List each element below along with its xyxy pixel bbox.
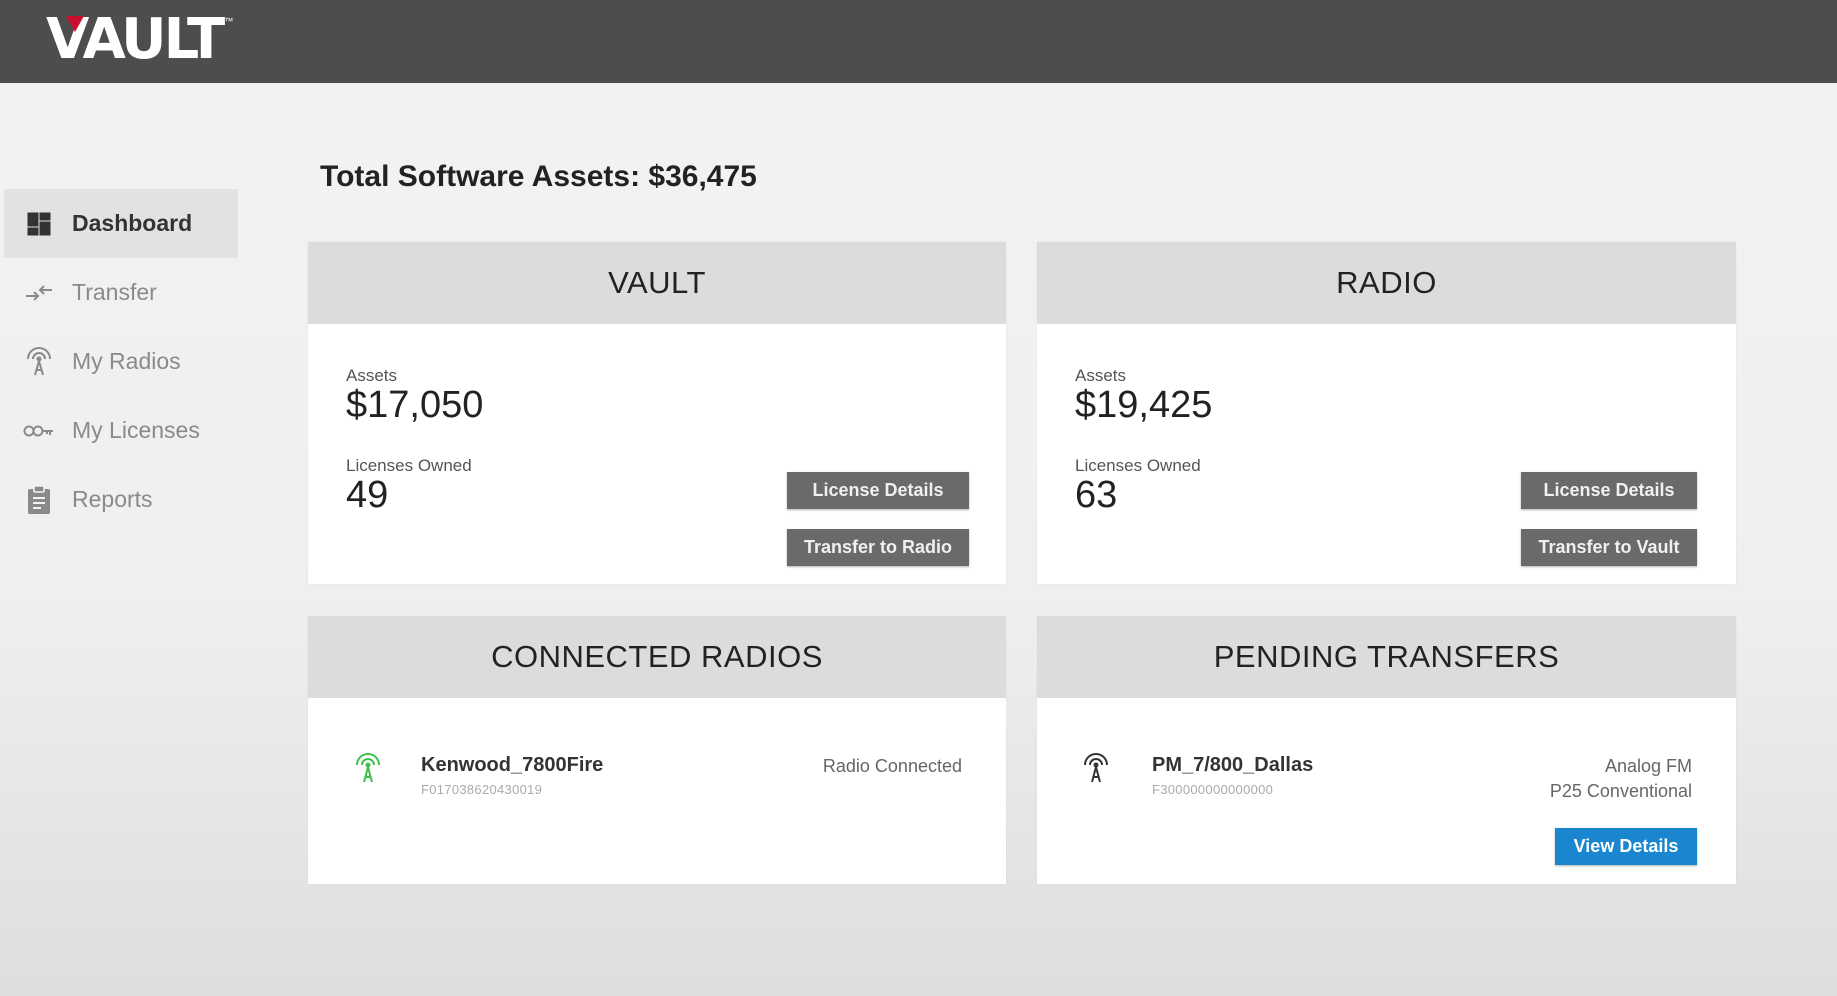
pending-status-line2: P25 Conventional [1549,781,1692,801]
sidebar-item-label: My Radios [72,348,181,374]
vault-licenses-label: Licenses Owned [346,456,472,475]
transfer-icon [22,276,56,310]
total-software-assets: Total Software Assets: $36,475 [320,160,757,193]
connected-radio-serial: F017038620430019 [421,782,543,797]
vault-licenses-value: 49 [346,474,389,516]
sidebar-item-label: Reports [72,486,153,512]
logo-trademark: ™ [224,16,234,26]
radio-icon [22,345,56,379]
vault-card-title: VAULT [308,242,1006,324]
vault-assets-value: $17,050 [346,384,484,426]
transfer-to-vault-button[interactable]: Transfer to Vault [1521,529,1697,566]
pending-radio-name[interactable]: PM_7/800_Dallas [1152,754,1313,777]
radio-card-title: RADIO [1037,242,1736,324]
radio-icon [1080,752,1112,791]
pending-transfers-title: PENDING TRANSFERS [1037,616,1736,698]
radio-connected-icon [352,752,384,791]
view-details-button[interactable]: View Details [1555,828,1697,865]
top-bar: VAULT ™ [0,0,1837,83]
sidebar-item-my-radios[interactable]: My Radios [4,327,238,396]
transfer-to-radio-button[interactable]: Transfer to Radio [787,529,969,566]
connected-radio-name[interactable]: Kenwood_7800Fire [421,754,603,777]
pending-radio-serial: F300000000000000 [1152,782,1274,797]
connected-radios-title: CONNECTED RADIOS [308,616,1006,698]
radio-card: RADIO Assets $19,425 Licenses Owned 63 L… [1037,242,1736,584]
radio-assets-value: $19,425 [1075,384,1213,426]
logo-red-mark [66,16,84,32]
connected-radio-status: Radio Connected [822,756,962,776]
vault-assets-label: Assets [346,366,398,385]
pending-transfers-card: PENDING TRANSFERS PM_7/800_Dallas F30000… [1037,616,1736,884]
pending-status-line1: Analog FM [1604,756,1692,776]
radio-assets-label: Assets [1075,366,1127,385]
sidebar-item-label: Transfer [72,279,157,305]
radio-licenses-value: 63 [1075,474,1118,516]
vault-card: VAULT Assets $17,050 Licenses Owned 49 L… [308,242,1006,584]
sidebar-item-label: Dashboard [72,210,193,236]
sidebar-item-transfer[interactable]: Transfer [4,258,238,327]
sidebar-item-my-licenses[interactable]: My Licenses [4,396,238,465]
dashboard-icon [22,207,56,241]
radio-license-details-button[interactable]: License Details [1521,472,1697,509]
sidebar-item-reports[interactable]: Reports [4,465,238,534]
key-icon [22,414,56,448]
connected-radios-card: CONNECTED RADIOS Kenwood_7800Fire F01703… [308,616,1006,884]
sidebar-item-label: My Licenses [72,417,200,443]
vault-logo[interactable]: VAULT ™ [46,10,233,70]
sidebar-nav: Dashboard Transfer My Radios My Licenses… [4,189,238,534]
radio-licenses-label: Licenses Owned [1075,456,1201,475]
clipboard-icon [22,483,56,517]
vault-license-details-button[interactable]: License Details [787,472,969,509]
sidebar-item-dashboard[interactable]: Dashboard [4,189,238,258]
